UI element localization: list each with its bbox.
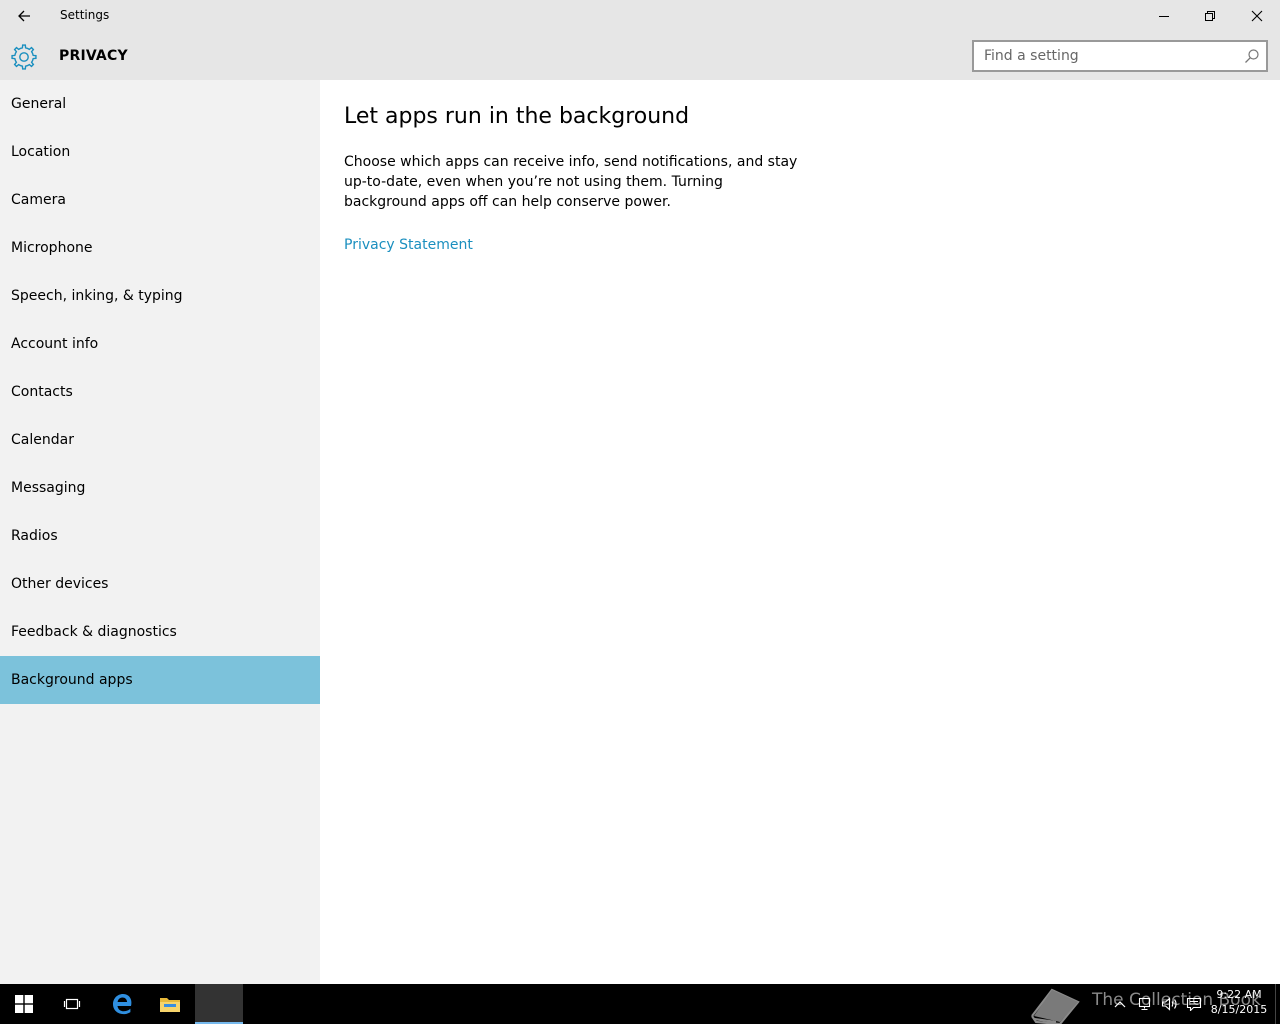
back-arrow-icon (18, 10, 30, 22)
taskbar-edge[interactable] (98, 984, 146, 1024)
restore-icon (1205, 11, 1215, 21)
start-button[interactable] (0, 984, 48, 1024)
taskbar: The Collection Book 9:22 AM 8/15/2015 (0, 984, 1280, 1024)
title-bar: Settings (0, 0, 1280, 32)
task-view-button[interactable] (48, 984, 96, 1024)
sidebar-item-account-info[interactable]: Account info (0, 320, 320, 368)
sidebar-item-microphone[interactable]: Microphone (0, 224, 320, 272)
volume-button[interactable] (1160, 996, 1180, 1012)
privacy-statement-link[interactable]: Privacy Statement (344, 237, 473, 253)
sidebar-item-background-apps[interactable]: Background apps (0, 656, 320, 704)
sidebar-item-calendar[interactable]: Calendar (0, 416, 320, 464)
taskbar-settings[interactable] (195, 984, 243, 1024)
back-button[interactable] (6, 0, 42, 32)
sidebar-item-contacts[interactable]: Contacts (0, 368, 320, 416)
page-description: Choose which apps can receive info, send… (344, 154, 798, 210)
clock-date: 8/15/2015 (1210, 1003, 1268, 1016)
sidebar-item-speech-inking-typing[interactable]: Speech, inking, & typing (0, 272, 320, 320)
show-desktop-button[interactable] (1275, 984, 1276, 1024)
clock[interactable]: 9:22 AM 8/15/2015 (1208, 987, 1270, 1017)
task-view-icon (63, 998, 81, 1010)
gear-icon (11, 44, 37, 70)
sidebar-item-radios[interactable]: Radios (0, 512, 320, 560)
speaker-icon (1161, 997, 1177, 1011)
sidebar-item-general[interactable]: General (0, 80, 320, 128)
windows-logo-icon (15, 995, 33, 1013)
show-hidden-icons-button[interactable] (1110, 996, 1130, 1012)
action-center-button[interactable] (1184, 996, 1204, 1012)
close-icon (1251, 10, 1263, 22)
sidebar-item-feedback-diagnostics[interactable]: Feedback & diagnostics (0, 608, 320, 656)
minimize-button[interactable] (1141, 0, 1187, 32)
search-icon[interactable] (1244, 48, 1260, 64)
window-title: Settings (60, 8, 110, 22)
taskbar-file-explorer[interactable] (146, 984, 194, 1024)
folder-icon (160, 998, 180, 1012)
sidebar-item-other-devices[interactable]: Other devices (0, 560, 320, 608)
close-button[interactable] (1234, 0, 1280, 32)
message-icon (1186, 997, 1202, 1011)
search-box[interactable] (972, 40, 1268, 72)
search-input[interactable] (974, 42, 1238, 70)
network-button[interactable] (1136, 996, 1156, 1012)
edge-icon (113, 994, 132, 1015)
restore-button[interactable] (1187, 0, 1233, 32)
clock-time: 9:22 AM (1216, 988, 1262, 1001)
chevron-up-icon (1114, 1001, 1126, 1008)
network-icon (1138, 997, 1151, 1011)
sidebar: General Location Camera Microphone Speec… (0, 80, 320, 984)
sidebar-item-location[interactable]: Location (0, 128, 320, 176)
sidebar-item-camera[interactable]: Camera (0, 176, 320, 224)
minimize-icon (1159, 16, 1169, 17)
settings-header: PRIVACY (0, 32, 1280, 80)
sidebar-item-messaging[interactable]: Messaging (0, 464, 320, 512)
main-content: Let apps run in the background Choose wh… (320, 80, 1280, 984)
page-title: Let apps run in the background (344, 104, 690, 129)
section-title: PRIVACY (59, 48, 128, 64)
book-logo-icon (1031, 988, 1080, 1024)
